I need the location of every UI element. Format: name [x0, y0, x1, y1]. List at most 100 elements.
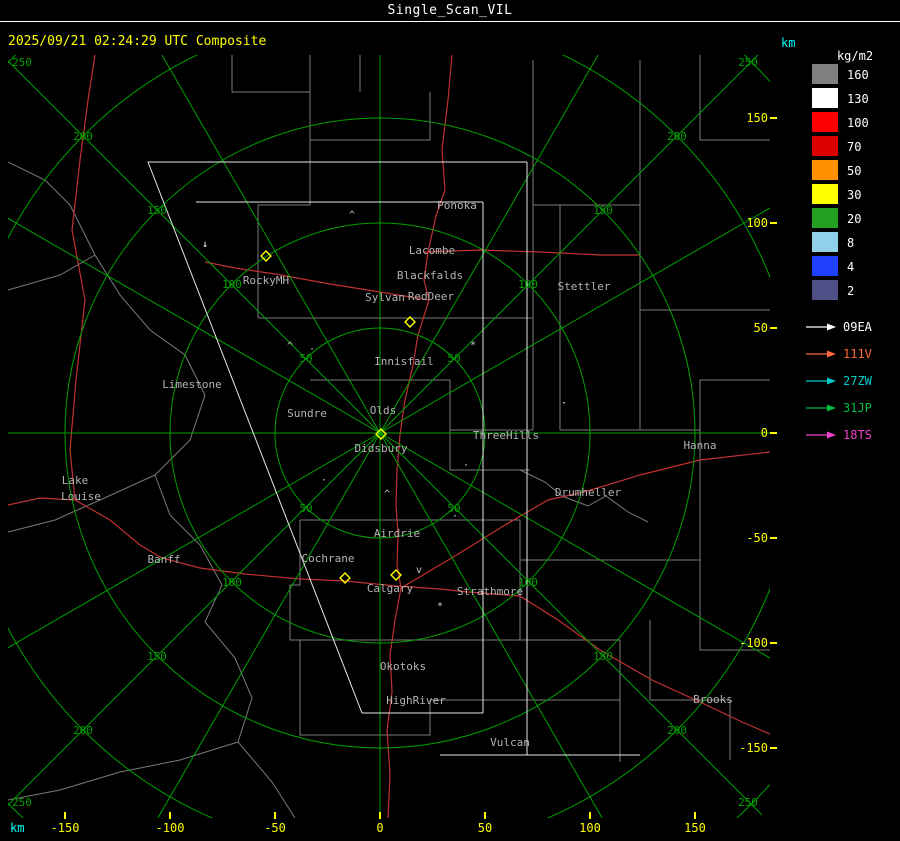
- city-label-cochrane: Cochrane: [302, 552, 355, 565]
- radar-id-label: 111V: [843, 347, 872, 361]
- city-label-limestone: Limestone: [162, 378, 222, 391]
- right-axis-label: 0: [761, 426, 768, 440]
- range-label: 200: [667, 130, 687, 143]
- radar-arrowhead-icon: [827, 350, 836, 358]
- obs-marker: ·: [309, 344, 315, 355]
- right-axis-label: 50: [754, 321, 768, 335]
- highway-12: [423, 249, 640, 256]
- range-label: 50: [299, 502, 312, 515]
- city-label-okotoks: Okotoks: [380, 660, 426, 673]
- bottom-axis-label: 150: [684, 821, 706, 835]
- county-boundary: [639, 310, 770, 431]
- city-label-brooks: Brooks: [693, 693, 733, 706]
- legend-swatch: [812, 280, 838, 300]
- range-label: 250: [12, 796, 32, 809]
- city-label-vulcan: Vulcan: [490, 736, 530, 749]
- legend-swatch: [812, 136, 838, 156]
- coverage-edge: [147, 161, 363, 714]
- radar-id-label: 09EA: [843, 320, 873, 334]
- legend-swatch: [812, 208, 838, 228]
- legend-swatch: [812, 160, 838, 180]
- range-label: 150: [593, 204, 613, 217]
- city-label-ponoka: Ponoka: [437, 199, 477, 212]
- axis-unit-top: km: [781, 36, 795, 50]
- legend-swatch: [812, 256, 838, 276]
- color-scale-legend: 160 130 100 70 50 30 20 8 4 2: [812, 64, 869, 300]
- obs-marker: ↓: [202, 239, 208, 250]
- radar-display[interactable]: 5050505010010010010015015015015020020020…: [0, 0, 900, 841]
- right-axis-label: 100: [746, 216, 768, 230]
- city-label-airdrie: Airdrie: [374, 527, 420, 540]
- radar-arrowhead-icon: [827, 323, 836, 331]
- legend-value: 130: [847, 92, 869, 106]
- city-label-banff: Banff: [147, 553, 180, 566]
- radar-arrowhead-icon: [827, 431, 836, 439]
- axis-unit-bottom: km: [10, 821, 24, 835]
- county-boundary: [699, 55, 770, 141]
- range-label: 100: [222, 278, 242, 291]
- obs-marker: ^: [349, 210, 355, 221]
- right-axis-label: 150: [746, 111, 768, 125]
- city-label-olds: Olds: [370, 404, 397, 417]
- city-label-threehills: ThreeHills: [473, 429, 539, 442]
- right-axis-label: -150: [739, 741, 768, 755]
- range-label: 250: [738, 796, 758, 809]
- bottom-axis: -150 -100 -50 0 50 100 150: [51, 812, 706, 835]
- radar-id-legend: 09EA 111V 27ZW 31JP 18TS: [806, 320, 873, 442]
- city-label-sundre: Sundre: [287, 407, 327, 420]
- obs-marker: ·: [463, 460, 469, 471]
- legend-swatch: [812, 88, 838, 108]
- map-area: [8, 55, 770, 818]
- city-label-drumheller: Drumheller: [555, 486, 622, 499]
- county-boundary: [639, 60, 770, 311]
- range-label: 250: [738, 56, 758, 69]
- range-label: 150: [147, 650, 167, 663]
- city-label-strathmore: Strathmore: [457, 585, 523, 598]
- range-label: 200: [73, 130, 93, 143]
- county-boundary: [310, 92, 431, 141]
- obs-marker: ·: [561, 398, 567, 409]
- radar-id-label: 18TS: [843, 428, 872, 442]
- range-label: 150: [593, 650, 613, 663]
- city-label-calgary: Calgary: [367, 582, 414, 595]
- city-label-lake: Lake: [62, 474, 89, 487]
- range-label: 200: [73, 724, 93, 737]
- bottom-axis-label: 50: [478, 821, 492, 835]
- obs-marker: v: [416, 565, 422, 576]
- radar-arrowhead-icon: [827, 404, 836, 412]
- legend-value: 50: [847, 164, 861, 178]
- bottom-axis-label: 100: [579, 821, 601, 835]
- radar-arrowhead-icon: [827, 377, 836, 385]
- city-label-reddeer: RedDeer: [408, 290, 455, 303]
- city-label-stettler: Stettler: [558, 280, 611, 293]
- obs-marker: ^: [384, 489, 390, 500]
- legend-value: 8: [847, 236, 854, 250]
- bottom-axis-label: -150: [51, 821, 80, 835]
- range-label: 250: [12, 56, 32, 69]
- legend-value: 30: [847, 188, 861, 202]
- obs-marker: ^: [287, 341, 293, 352]
- legend-unit-label: kg/m2: [837, 49, 873, 63]
- obs-marker: ·: [452, 511, 458, 522]
- range-label: 200: [667, 724, 687, 737]
- legend-value: 100: [847, 116, 869, 130]
- county-boundary: [8, 161, 296, 818]
- bottom-axis-label: -50: [264, 821, 286, 835]
- city-label-rockymh: RockyMH: [243, 274, 289, 287]
- city-label-didsbury: Didsbury: [355, 442, 408, 455]
- right-axis-label: -50: [746, 531, 768, 545]
- county-boundary: [299, 640, 431, 736]
- radar-id-label: 31JP: [843, 401, 872, 415]
- radar-id-label: 27ZW: [843, 374, 873, 388]
- legend-value: 2: [847, 284, 854, 298]
- legend-swatch: [812, 184, 838, 204]
- legend-value: 70: [847, 140, 861, 154]
- obs-marker: *: [437, 601, 443, 612]
- range-label: 150: [147, 204, 167, 217]
- right-axis-label: -100: [739, 636, 768, 650]
- bottom-axis-label: -100: [156, 821, 185, 835]
- legend-swatch: [812, 64, 838, 84]
- radar-site-marker: [404, 316, 416, 328]
- range-label: 100: [222, 576, 242, 589]
- range-label: 100: [518, 278, 538, 291]
